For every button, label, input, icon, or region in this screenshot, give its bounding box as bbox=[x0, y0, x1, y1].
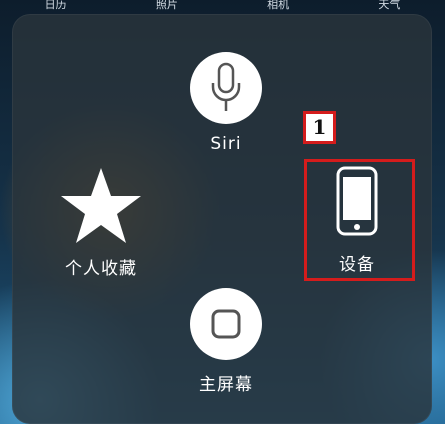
device-highlight-box bbox=[304, 159, 415, 281]
siri-button[interactable]: Siri bbox=[185, 52, 267, 154]
favorites-button[interactable]: 个人收藏 bbox=[46, 166, 156, 279]
home-button-icon bbox=[211, 309, 241, 339]
app-label-camera: 相机 bbox=[267, 0, 290, 11]
app-label-calendar: 日历 bbox=[44, 0, 67, 11]
siri-icon-circle bbox=[190, 52, 262, 124]
siri-label: Siri bbox=[210, 134, 242, 154]
app-label-weather: 天气 bbox=[378, 0, 401, 11]
home-icon-circle bbox=[190, 288, 262, 360]
favorites-label: 个人收藏 bbox=[65, 259, 137, 279]
home-label: 主屏幕 bbox=[199, 375, 253, 395]
microphone-icon bbox=[211, 62, 241, 111]
app-label-photos: 照片 bbox=[155, 0, 178, 11]
home-button[interactable]: 主屏幕 bbox=[185, 288, 267, 395]
star-icon bbox=[61, 168, 141, 243]
step-number-badge: 1 bbox=[303, 111, 336, 144]
